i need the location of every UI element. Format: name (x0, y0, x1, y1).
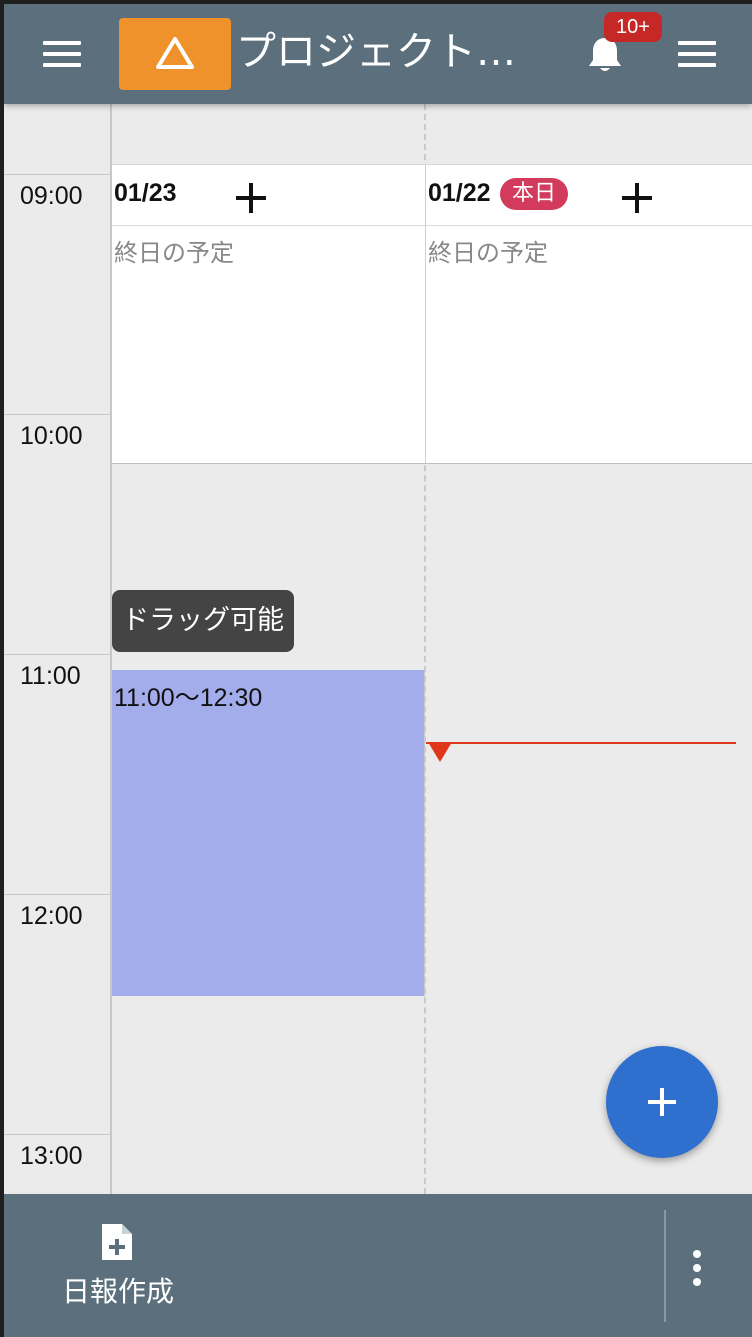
time-label: 09:00 (20, 182, 83, 210)
hour-line (4, 1134, 110, 1135)
hour-line (4, 894, 110, 895)
all-day-panel-0122[interactable]: 01/22 本日 終日の予定 (426, 164, 752, 464)
app-logo[interactable] (119, 18, 231, 90)
day-date: 01/23 (114, 179, 177, 207)
current-time-line (426, 742, 736, 744)
day-date: 01/22 (428, 179, 491, 207)
add-event-icon[interactable] (622, 183, 652, 213)
day-header: 01/23 (112, 165, 425, 226)
add-event-icon[interactable] (236, 183, 266, 213)
time-label: 13:00 (20, 1142, 83, 1170)
top-header: プロジェクト… 10+ (4, 4, 752, 104)
time-label: 10:00 (20, 422, 83, 450)
day-header: 01/22 本日 (426, 165, 752, 226)
hour-line (4, 414, 110, 415)
calendar-event[interactable]: 11:00〜12:30 (112, 670, 425, 996)
app-frame: プロジェクト… 10+ 09:00 10:00 11:00 12:00 13:0… (4, 4, 752, 1337)
bottom-bar-divider (664, 1210, 666, 1322)
all-day-label: 終日の予定 (114, 239, 234, 267)
drag-tooltip: ドラッグ可能 (112, 590, 294, 652)
more-vert-icon[interactable] (692, 1250, 702, 1286)
time-axis: 09:00 10:00 11:00 12:00 13:00 (4, 104, 112, 1194)
notification-badge: 10+ (604, 12, 662, 42)
menu-icon[interactable] (43, 41, 81, 67)
options-menu-icon[interactable] (678, 41, 716, 67)
page-title: プロジェクト… (236, 29, 516, 75)
current-time-marker-icon (428, 742, 452, 762)
today-badge: 本日 (500, 178, 569, 210)
all-day-label: 終日の予定 (428, 239, 548, 267)
hour-line (4, 654, 110, 655)
add-fab-button[interactable] (606, 1046, 718, 1158)
hour-line (4, 174, 110, 175)
event-time-range: 11:00〜12:30 (114, 684, 263, 712)
new-report-icon[interactable] (100, 1222, 134, 1262)
triangle-logo-icon (156, 37, 194, 69)
time-label: 11:00 (20, 662, 81, 690)
bell-icon[interactable] (586, 36, 624, 76)
all-day-panel-0123[interactable]: 01/23 終日の予定 (112, 164, 426, 464)
report-button-label[interactable]: 日報作成 (62, 1270, 174, 1310)
bottom-bar: 日報作成 (4, 1194, 752, 1337)
time-label: 12:00 (20, 902, 83, 930)
